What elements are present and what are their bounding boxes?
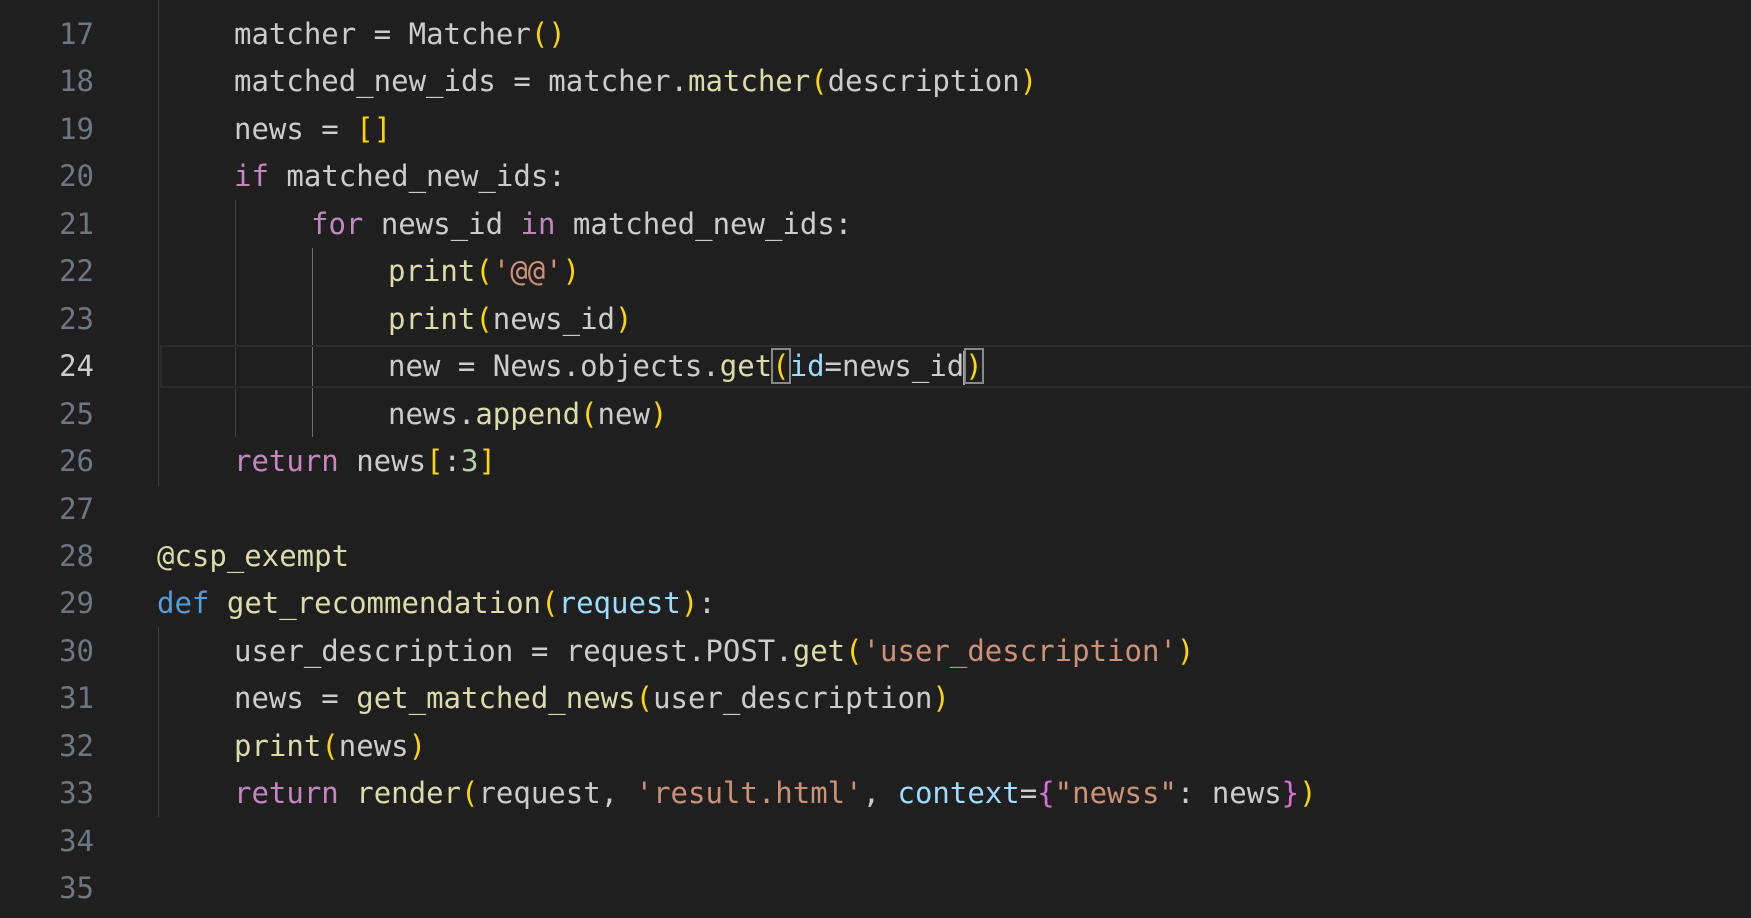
code-line[interactable]: 26 return news[:3]: [0, 438, 1751, 486]
code-line[interactable]: 33 return render(request, 'result.html',…: [0, 770, 1751, 818]
line-number[interactable]: 18: [0, 58, 94, 106]
line-content[interactable]: news.append(new): [157, 391, 667, 439]
line-number[interactable]: 22: [0, 248, 94, 296]
line-content[interactable]: user_description = request.POST.get('use…: [157, 628, 1194, 676]
line-number[interactable]: 32: [0, 723, 94, 771]
line-content[interactable]: return render(request, 'result.html', co…: [157, 770, 1317, 818]
line-content[interactable]: @csp_exempt: [157, 533, 349, 581]
bracket-match-close: ): [964, 348, 984, 384]
code-line[interactable]: 32 print(news): [0, 723, 1751, 771]
line-number[interactable]: 34: [0, 818, 94, 866]
line-content[interactable]: matcher = Matcher(): [157, 11, 566, 59]
line-content[interactable]: def get_recommendation(request):: [157, 580, 716, 628]
line-number[interactable]: 26: [0, 438, 94, 486]
code-line[interactable]: 35: [0, 865, 1751, 913]
line-content[interactable]: print(news_id): [157, 296, 632, 344]
code-line[interactable]: 20 if matched_new_ids:: [0, 153, 1751, 201]
code-line[interactable]: 28 @csp_exempt: [0, 533, 1751, 581]
line-content[interactable]: return news[:3]: [157, 438, 496, 486]
line-content[interactable]: news = get_matched_news(user_description…: [157, 675, 950, 723]
code-line[interactable]: 17 matcher = Matcher(): [0, 11, 1751, 59]
line-content[interactable]: print(news): [157, 723, 426, 771]
line-number[interactable]: 30: [0, 628, 94, 676]
code-line[interactable]: 22 print('@@'): [0, 248, 1751, 296]
line-number[interactable]: 33: [0, 770, 94, 818]
code-line[interactable]: 30 user_description = request.POST.get('…: [0, 628, 1751, 676]
code-line-active[interactable]: 24 new = News.objects.get(id=news_id): [0, 343, 1751, 391]
code-line[interactable]: 19 news = []: [0, 106, 1751, 154]
decorator: @csp_exempt: [157, 539, 350, 573]
code-line[interactable]: 31 news = get_matched_news(user_descript…: [0, 675, 1751, 723]
code-line[interactable]: 27: [0, 486, 1751, 534]
line-number[interactable]: 29: [0, 580, 94, 628]
code-line[interactable]: 34: [0, 818, 1751, 866]
code-line[interactable]: 25 news.append(new): [0, 391, 1751, 439]
line-content[interactable]: new = News.objects.get(id=news_id): [157, 343, 984, 391]
line-number-active[interactable]: 24: [0, 343, 94, 391]
line-content[interactable]: for news_id in matched_new_ids:: [157, 201, 852, 249]
line-number[interactable]: 19: [0, 106, 94, 154]
line-number[interactable]: 28: [0, 533, 94, 581]
line-content[interactable]: print('@@'): [157, 248, 580, 296]
partial-line-16: [400, 0, 1300, 4]
line-content[interactable]: news = []: [157, 106, 391, 154]
code-line[interactable]: 21 for news_id in matched_new_ids:: [0, 201, 1751, 249]
line-number[interactable]: 17: [0, 11, 94, 59]
line-number[interactable]: 27: [0, 486, 94, 534]
code-editor[interactable]: 17 matcher = Matcher() 18 matched_new_id…: [0, 0, 1751, 918]
bracket-match-open: (: [771, 348, 791, 384]
line-number[interactable]: 25: [0, 391, 94, 439]
line-number[interactable]: 21: [0, 201, 94, 249]
line-number[interactable]: 23: [0, 296, 94, 344]
line-number[interactable]: 20: [0, 153, 94, 201]
code-line[interactable]: 23 print(news_id): [0, 296, 1751, 344]
line-number[interactable]: 31: [0, 675, 94, 723]
line-number[interactable]: 35: [0, 865, 94, 913]
line-content[interactable]: if matched_new_ids:: [157, 153, 566, 201]
code-line[interactable]: 18 matched_new_ids = matcher.matcher(des…: [0, 58, 1751, 106]
code-line[interactable]: 29 def get_recommendation(request):: [0, 580, 1751, 628]
line-content[interactable]: matched_new_ids = matcher.matcher(descri…: [157, 58, 1037, 106]
